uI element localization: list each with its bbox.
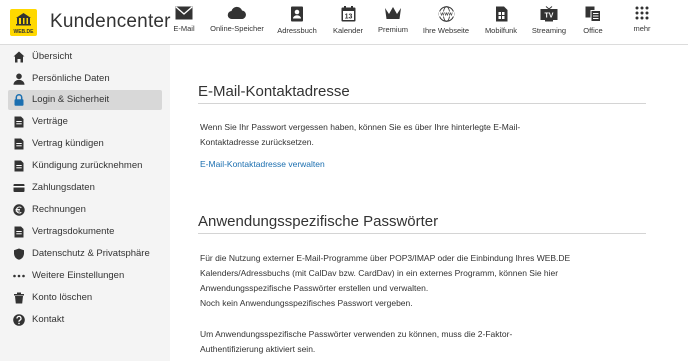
- nav-website-label: Ihre Webseite: [422, 26, 470, 35]
- nav-more[interactable]: mehr: [612, 6, 672, 33]
- nav-email-label: E-Mail: [173, 24, 195, 33]
- sidebar-item-delete-account[interactable]: Konto löschen: [8, 288, 162, 308]
- help-icon: [13, 314, 25, 326]
- sidebar-item-withdraw-cancellation[interactable]: Kündigung zurücknehmen: [8, 156, 162, 176]
- sidebar-item-contract-documents[interactable]: Vertragsdokumente: [8, 222, 162, 242]
- shield-icon: [14, 248, 24, 260]
- paragraph-line: Anwendungsspezifische Passwörter erstell…: [200, 283, 429, 293]
- section-title-email-contact: E-Mail-Kontaktadresse: [198, 83, 350, 100]
- office-icon: [585, 6, 601, 22]
- section-divider: [198, 233, 646, 234]
- nav-more-label: mehr: [633, 24, 651, 33]
- nav-website[interactable]: WWW Ihre Webseite: [416, 6, 476, 35]
- nav-premium-label: Premium: [377, 25, 408, 34]
- cloud-icon: [227, 6, 246, 20]
- home-icon: [13, 51, 25, 63]
- crown-icon: [385, 7, 401, 19]
- nav-email[interactable]: E-Mail: [154, 6, 214, 33]
- sidebar-item-privacy[interactable]: Datenschutz & Privatsphäre: [8, 244, 162, 264]
- sidebar-item-login-security[interactable]: Login & Sicherheit: [8, 90, 162, 110]
- document-icon: [14, 160, 24, 172]
- nav-streaming-label: Streaming: [531, 26, 567, 35]
- brand-title: Kundencenter: [50, 11, 171, 32]
- sidebar-item-payment-data[interactable]: Zahlungsdaten: [8, 178, 162, 198]
- sidebar-item-label: Übersicht: [32, 51, 73, 62]
- paragraph-line: Um Anwendungsspezifische Passwörter verw…: [200, 329, 513, 339]
- euro-icon: [13, 204, 25, 216]
- sidebar-item-personal-data[interactable]: Persönliche Daten: [8, 69, 162, 89]
- calendar-icon: 13: [341, 6, 355, 22]
- nav-calendar-label: Kalender: [332, 26, 364, 35]
- sidebar-item-label: Zahlungsdaten: [32, 182, 95, 193]
- webde-logo[interactable]: WEB.DE: [10, 9, 37, 36]
- addressbook-icon: [291, 6, 303, 22]
- website-icon: WWW: [438, 6, 454, 22]
- document-icon: [14, 138, 24, 150]
- sidebar-item-label: Kontakt: [32, 314, 65, 325]
- sidebar-item-label: Datenschutz & Privatsphäre: [32, 248, 150, 259]
- logo-text: WEB.DE: [13, 29, 34, 35]
- grid-icon: [635, 6, 649, 20]
- main-content: E-Mail-Kontaktadresse Wenn Sie Ihr Passw…: [170, 45, 688, 361]
- nav-online-storage[interactable]: Online-Speicher: [207, 6, 267, 33]
- app-passwords-description: Für die Nutzung externer E-Mail-Programm…: [200, 251, 620, 311]
- top-bar: WEB.DE Kundencenter E-Mail Online-Speich…: [0, 0, 688, 45]
- sidebar-item-more-settings[interactable]: Weitere Einstellungen: [8, 266, 162, 286]
- user-icon: [13, 73, 25, 85]
- sidebar-item-overview[interactable]: Übersicht: [8, 47, 162, 67]
- sidebar-item-label: Weitere Einstellungen: [32, 270, 125, 281]
- sidebar-item-label: Kündigung zurücknehmen: [32, 160, 143, 171]
- nav-online-storage-label: Online-Speicher: [210, 24, 264, 33]
- paragraph-line: Für die Nutzung externer E-Mail-Programm…: [200, 253, 571, 263]
- sidebar: Übersicht Persönliche Daten Login & Sich…: [0, 45, 168, 361]
- ellipsis-icon: [13, 274, 25, 278]
- nav-office-label: Office: [583, 26, 603, 35]
- email-contact-description: Wenn Sie Ihr Passwort vergessen haben, k…: [200, 120, 620, 150]
- sim-icon: [495, 6, 507, 22]
- sidebar-item-invoices[interactable]: Rechnungen: [8, 200, 162, 220]
- lock-icon: [14, 94, 24, 106]
- paragraph-line: Kontaktadresse zurücksetzen.: [200, 137, 314, 147]
- calendar-badge: 13: [344, 14, 352, 21]
- manage-email-contact-link[interactable]: E-Mail-Kontaktadresse verwalten: [200, 159, 325, 169]
- sidebar-item-label: Konto löschen: [32, 292, 93, 303]
- nav-mobile-label: Mobilfunk: [484, 26, 518, 35]
- paragraph-line: Wenn Sie Ihr Passwort vergessen haben, k…: [200, 122, 521, 132]
- sidebar-item-label: Rechnungen: [32, 204, 86, 215]
- mail-icon: [175, 6, 193, 20]
- nav-addressbook-label: Adressbuch: [277, 26, 317, 35]
- sidebar-item-label: Verträge: [32, 116, 68, 127]
- section-divider: [198, 103, 646, 104]
- logo-house-icon: [16, 13, 31, 26]
- section-title-app-passwords: Anwendungsspezifische Passwörter: [198, 213, 439, 230]
- sidebar-item-label: Login & Sicherheit: [32, 94, 110, 105]
- sidebar-item-label: Vertragsdokumente: [32, 226, 115, 237]
- sidebar-item-cancel-contract[interactable]: Vertrag kündigen: [8, 134, 162, 154]
- sidebar-item-label: Persönliche Daten: [32, 73, 110, 84]
- website-badge: WWW: [440, 12, 453, 17]
- no-app-password-text: Noch kein Anwendungsspezifisches Passwor…: [200, 298, 413, 308]
- tv-icon: TV: [540, 6, 558, 22]
- sidebar-item-contracts[interactable]: Verträge: [8, 112, 162, 132]
- paragraph-line: Authentifizierung aktiviert sein.: [200, 344, 316, 354]
- two-factor-requirement: Um Anwendungsspezifische Passwörter verw…: [200, 327, 620, 357]
- document-icon: [14, 116, 24, 128]
- paragraph-line: Kalenders/Adressbuchs (mit CalDav bzw. C…: [200, 268, 559, 278]
- credit-card-icon: [13, 184, 25, 192]
- sidebar-item-contact[interactable]: Kontakt: [8, 310, 162, 330]
- document-icon: [14, 226, 24, 238]
- tv-badge: TV: [545, 12, 554, 19]
- sidebar-item-label: Vertrag kündigen: [32, 138, 104, 149]
- trash-icon: [14, 292, 24, 304]
- nav-premium[interactable]: Premium: [363, 6, 423, 34]
